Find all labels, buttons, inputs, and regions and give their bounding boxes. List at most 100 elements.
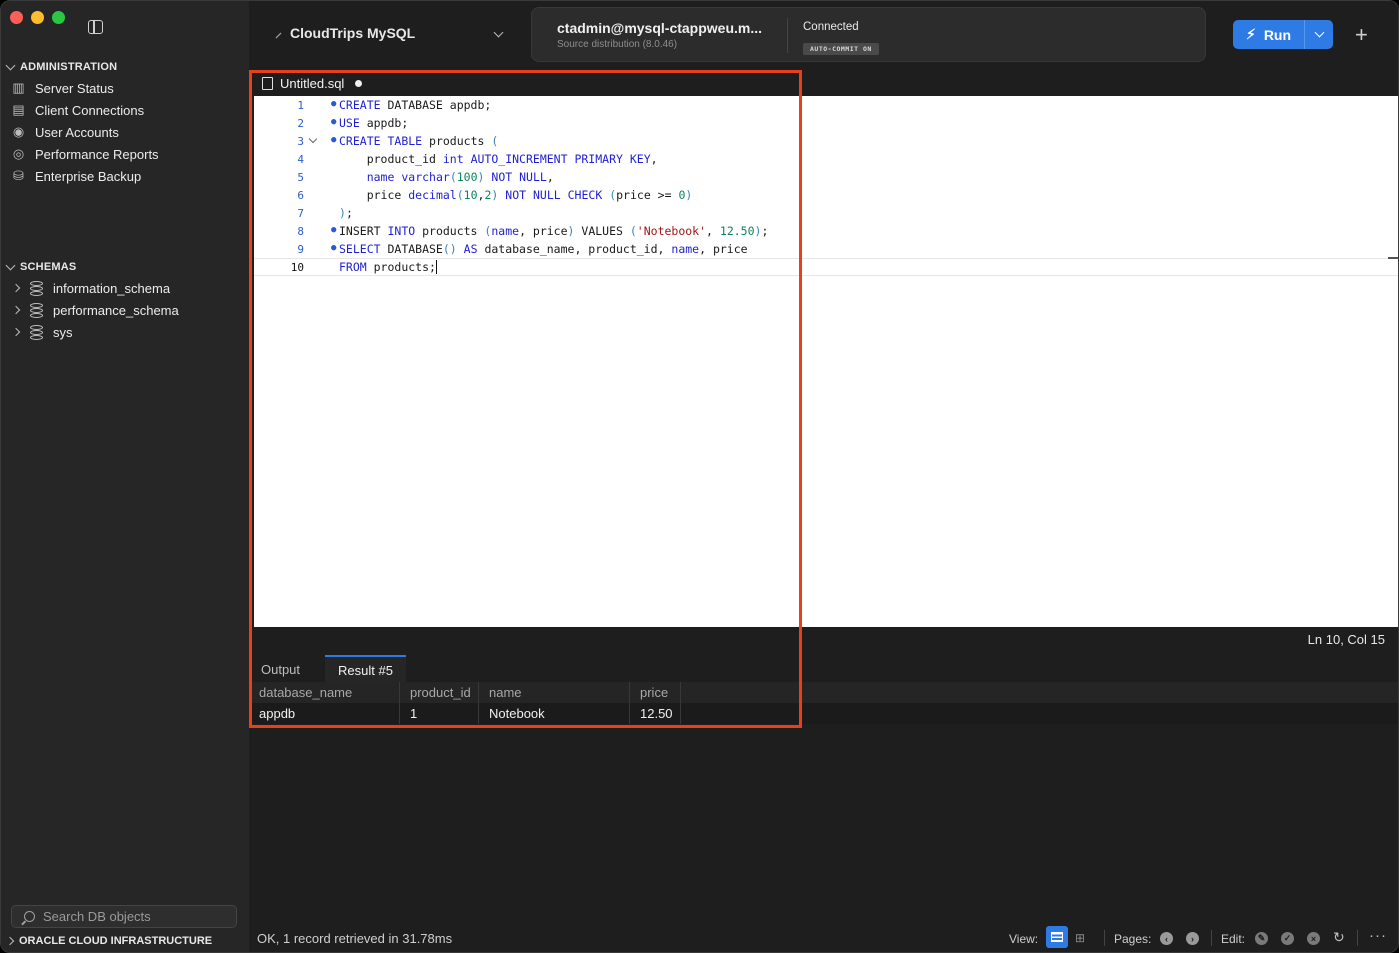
- form-view-icon[interactable]: ⊞: [1075, 931, 1085, 945]
- chevron-right-icon[interactable]: [11, 283, 21, 293]
- line-number: 10: [290, 260, 304, 274]
- line-number: 4: [297, 152, 304, 166]
- sidebar-item-label: Server Status: [35, 80, 114, 96]
- run-button[interactable]: ⚡︎ Run: [1233, 20, 1305, 49]
- scrollbar-marker[interactable]: [1388, 257, 1398, 259]
- sidebar-item-performance-reports[interactable]: ◎ Performance Reports: [11, 143, 159, 165]
- cursor-position: Ln 10, Col 15: [1307, 632, 1385, 647]
- sidebar-item-user-accounts[interactable]: ◉ User Accounts: [11, 121, 159, 143]
- result-grid: database_name product_id name price appd…: [249, 682, 1398, 724]
- schema-label: information_schema: [53, 280, 171, 296]
- next-page-icon[interactable]: ›: [1186, 932, 1199, 945]
- result-tabs: Output Result #5: [249, 655, 406, 683]
- previous-page-icon[interactable]: ‹: [1160, 932, 1173, 945]
- sidebar-item-label: User Accounts: [35, 124, 119, 140]
- run-options-dropdown[interactable]: [1305, 20, 1333, 49]
- schema-item-performance-schema[interactable]: performance_schema: [11, 299, 179, 321]
- chevron-down-icon: [1314, 27, 1324, 38]
- code-text: USE appdb;: [339, 116, 409, 130]
- schema-list: information_schema performance_schema sy…: [11, 277, 179, 343]
- fold-chevron-icon[interactable]: [308, 134, 318, 144]
- code-line: 3 ● CREATE TABLE products (: [254, 132, 1398, 150]
- status-message: OK, 1 record retrieved in 31.78ms: [257, 931, 453, 946]
- administration-header[interactable]: ADMINISTRATION: [5, 60, 117, 73]
- close-window-button[interactable]: [10, 11, 23, 24]
- run-button-group: ⚡︎ Run: [1233, 20, 1333, 49]
- table-header-row: database_name product_id name price: [249, 682, 1398, 703]
- app-window: ADMINISTRATION ▥ Server Status ▤ Client …: [0, 0, 1399, 953]
- schema-item-information-schema[interactable]: information_schema: [11, 277, 179, 299]
- unsaved-indicator-icon: [355, 80, 363, 87]
- connections-icon: ▤: [12, 102, 25, 117]
- column-header[interactable]: product_id: [400, 682, 479, 703]
- code-line: 7 );: [254, 204, 1398, 222]
- code-text: CREATE TABLE products (: [339, 134, 499, 148]
- table-cell[interactable]: 1: [400, 703, 479, 724]
- refresh-icon[interactable]: ↻: [1333, 929, 1345, 946]
- statement-marker-icon: ●: [331, 135, 337, 145]
- statement-marker-icon: ●: [331, 117, 337, 127]
- sidebar: ADMINISTRATION ▥ Server Status ▤ Client …: [1, 1, 249, 952]
- chevron-right-icon: [5, 936, 15, 946]
- chevron-right-icon[interactable]: [11, 305, 21, 315]
- column-header[interactable]: database_name: [249, 682, 400, 703]
- code-text: name varchar(100) NOT NULL,: [366, 170, 554, 184]
- minimize-window-button[interactable]: [31, 11, 44, 24]
- code-text: CREATE DATABASE appdb;: [339, 98, 492, 112]
- sidebar-item-label: Client Connections: [35, 102, 145, 118]
- more-options-icon[interactable]: ···: [1369, 927, 1387, 944]
- chevron-down-icon[interactable]: [493, 27, 504, 38]
- new-tab-plus-icon[interactable]: +: [1355, 22, 1368, 48]
- sidebar-item-server-status[interactable]: ▥ Server Status: [11, 77, 159, 99]
- search-db-objects-input[interactable]: Search DB objects: [11, 905, 237, 928]
- code-line: 5 name varchar(100) NOT NULL,: [254, 168, 1398, 186]
- tab-label: Untitled.sql: [280, 76, 345, 91]
- view-label: View:: [1009, 932, 1039, 946]
- column-header[interactable]: name: [479, 682, 630, 703]
- code-line: 8 ● INSERT INTO products (name, price) V…: [254, 222, 1398, 240]
- chevron-right-icon[interactable]: [11, 327, 21, 337]
- code-text: product_id int AUTO_INCREMENT PRIMARY KE…: [339, 152, 658, 166]
- divider: [787, 18, 788, 53]
- tab-output[interactable]: Output: [249, 655, 312, 683]
- code-text: SELECT DATABASE() AS database_name, prod…: [339, 242, 748, 256]
- line-number: 9: [297, 242, 304, 256]
- tab-result-5[interactable]: Result #5: [325, 655, 406, 683]
- sidebar-item-enterprise-backup[interactable]: ⛁ Enterprise Backup: [11, 165, 159, 187]
- autocommit-badge: AUTO-COMMIT ON: [803, 43, 879, 55]
- schema-item-sys[interactable]: sys: [11, 321, 179, 343]
- sidebar-item-client-connections[interactable]: ▤ Client Connections: [11, 99, 159, 121]
- connection-name: CloudTrips MySQL: [290, 24, 416, 41]
- table-cell[interactable]: appdb: [249, 703, 400, 724]
- table-cell[interactable]: 12.50: [630, 703, 681, 724]
- grid-view-icon[interactable]: [1046, 926, 1068, 948]
- rollback-x-icon[interactable]: ×: [1307, 932, 1320, 945]
- tab-untitled-sql[interactable]: Untitled.sql: [255, 71, 375, 96]
- pages-label: Pages:: [1114, 932, 1152, 946]
- divider: [1104, 930, 1105, 946]
- oci-section-header[interactable]: ORACLE CLOUD INFRASTRUCTURE: [5, 935, 212, 947]
- sidebar-toggle-icon[interactable]: [88, 20, 103, 34]
- zoom-window-button[interactable]: [52, 11, 65, 24]
- code-line: 6 price decimal(10,2) NOT NULL CHECK (pr…: [254, 186, 1398, 204]
- code-text: );: [339, 206, 353, 220]
- code-line: 9 ● SELECT DATABASE() AS database_name, …: [254, 240, 1398, 258]
- schema-label: sys: [53, 324, 73, 340]
- commit-check-icon[interactable]: ✓: [1281, 932, 1294, 945]
- file-icon: [262, 77, 273, 90]
- table-row[interactable]: appdb 1 Notebook 12.50: [249, 703, 1398, 724]
- column-header[interactable]: price: [630, 682, 681, 703]
- sql-editor[interactable]: 1 ● CREATE DATABASE appdb; 2 ● USE appdb…: [254, 96, 1398, 627]
- line-number: 2: [297, 116, 304, 130]
- edit-pencil-icon[interactable]: ✎: [1255, 932, 1268, 945]
- results-panel: Output Result #5 database_name product_i…: [249, 652, 1398, 924]
- server-version: Source distribution (8.0.46): [557, 39, 678, 50]
- code-line: 10 FROM products;: [254, 258, 1398, 276]
- line-number: 8: [297, 224, 304, 238]
- table-cell[interactable]: Notebook: [479, 703, 630, 724]
- schemas-header[interactable]: SCHEMAS: [5, 260, 76, 273]
- connection-selector[interactable]: ⸝ CloudTrips MySQL: [275, 23, 415, 42]
- code-text: INSERT INTO products (name, price) VALUE…: [339, 224, 769, 238]
- code-text: price decimal(10,2) NOT NULL CHECK (pric…: [339, 188, 693, 202]
- search-placeholder: Search DB objects: [43, 909, 151, 924]
